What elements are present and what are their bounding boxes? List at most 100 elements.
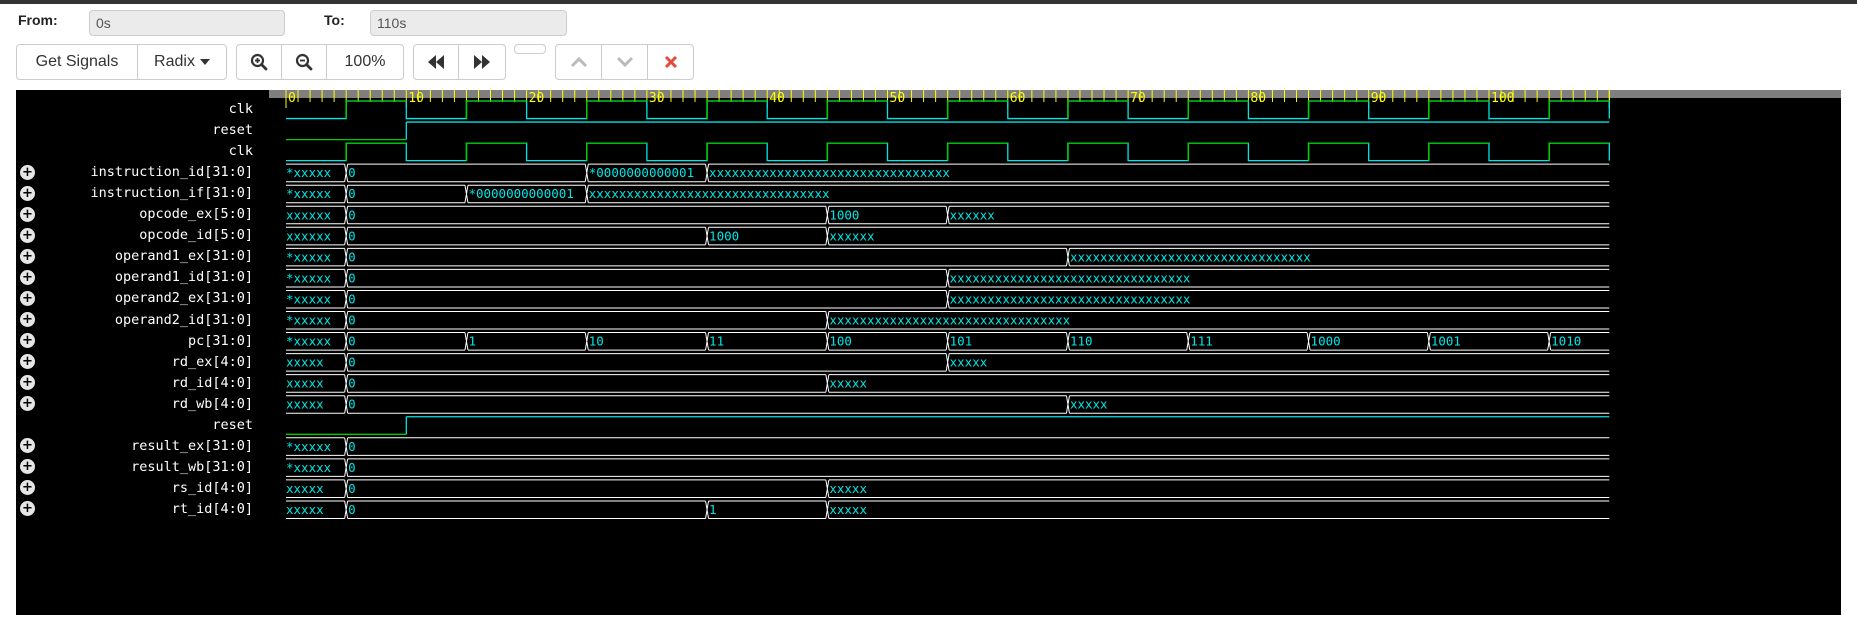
bus-segment: [347, 479, 826, 498]
get-signals-button[interactable]: Get Signals: [16, 44, 138, 80]
bus-segment: [347, 353, 947, 372]
close-button[interactable]: [647, 44, 694, 80]
bus-segment: [347, 374, 826, 393]
zoom-out-button[interactable]: [281, 44, 327, 80]
window-top-border: [0, 0, 1857, 4]
bus-value: *0000000000001: [468, 186, 573, 201]
signal-waveform[interactable]: xxxxx 0 xxxxx: [286, 395, 1610, 414]
bus-value: xxxxxxxxxxxxxxxxxxxxxxxxxxxxxxxx: [589, 186, 830, 201]
bus-value: 0: [348, 355, 356, 370]
bus-value: *xxxxx: [286, 249, 332, 264]
bus-value: 0: [348, 228, 356, 243]
radix-dropdown[interactable]: Radix: [137, 44, 227, 80]
bus-value: xxxxxx: [286, 207, 332, 222]
bus-segment: [949, 353, 1610, 372]
signal-waveform[interactable]: *xxxxx 0: [286, 437, 1610, 456]
zoom-level-button[interactable]: 100%: [326, 44, 404, 80]
bus-value: xxxxx: [950, 355, 988, 370]
signal-waveform[interactable]: *xxxxx 0: [286, 458, 1610, 477]
signal-waveform[interactable]: *xxxxx 0 *0000000000001 xxxxxxxxxxxxxxxxxxx…: [286, 163, 1610, 183]
signal-waveform[interactable]: xxxxx 0 1 xxxxx: [286, 500, 1610, 519]
rewind-button[interactable]: [413, 44, 459, 80]
expand-bus-icon[interactable]: +: [20, 269, 35, 285]
bus-segment: [708, 332, 826, 351]
bus-value: 1: [468, 334, 476, 349]
bus-value: 1001: [1431, 334, 1461, 349]
signal-name[interactable]: rt_id[4:0]: [172, 497, 253, 522]
expand-bus-icon[interactable]: +: [20, 396, 35, 412]
bus-value: *xxxxx: [286, 313, 332, 328]
bus-value: *xxxxx: [286, 186, 332, 201]
expand-bus-icon[interactable]: +: [20, 354, 35, 370]
signal-waveform[interactable]: [286, 121, 1610, 141]
expand-bus-icon[interactable]: +: [20, 459, 35, 475]
expand-bus-icon[interactable]: +: [20, 290, 35, 306]
signal-waveform[interactable]: *xxxxx 0 xxxxxxxxxxxxxxxxxxxxxxxxxxxxxxxx: [286, 289, 1610, 309]
bus-value: xxxxx: [829, 481, 867, 496]
bus-value: 110: [1070, 334, 1093, 349]
previous-button[interactable]: [555, 44, 602, 80]
bus-segment: [347, 311, 826, 330]
expand-bus-icon[interactable]: +: [20, 227, 35, 243]
signal-waveform[interactable]: xxxxxx 0 1000 xxxxxx: [286, 205, 1610, 225]
bus-segment: [347, 268, 947, 288]
bus-value: xxxxxxxxxxxxxxxxxxxxxxxxxxxxxxxx: [950, 291, 1191, 306]
bus-value: 1: [709, 502, 717, 517]
zoom-in-button[interactable]: [236, 44, 282, 80]
small-blank-button[interactable]: [514, 44, 546, 54]
signal-waveform[interactable]: *xxxxx 0 1 10 11 100 101 110 111 1000 1001 1010: [286, 332, 1610, 351]
bus-segment: [347, 458, 1610, 477]
from-label: From:: [18, 12, 58, 28]
expand-bus-icon[interactable]: +: [20, 206, 35, 222]
bus-value: *xxxxx: [286, 460, 332, 475]
bus-value: 100: [829, 334, 852, 349]
signal-waveform[interactable]: [286, 142, 1610, 162]
expand-bus-icon[interactable]: +: [20, 375, 35, 391]
fast-forward-button[interactable]: [458, 44, 506, 80]
signal-waveform[interactable]: xxxxxx 0 1000 xxxxxx: [286, 226, 1610, 246]
bus-value: *xxxxx: [286, 334, 332, 349]
expand-bus-icon[interactable]: +: [20, 333, 35, 349]
bus-segment: [347, 437, 1610, 456]
bus-value: 101: [950, 334, 973, 349]
signal-waveform[interactable]: xxxxx 0 xxxxx: [286, 353, 1610, 372]
bus-value: 1000: [709, 228, 739, 243]
bus-value: xxxxxx: [950, 207, 996, 222]
signal-waveform[interactable]: xxxxx 0 xxxxx: [286, 479, 1610, 498]
bus-value: 1010: [1551, 334, 1581, 349]
from-field[interactable]: 0s: [89, 10, 285, 36]
expand-bus-icon[interactable]: +: [20, 480, 35, 496]
ruler-tick-label: 20: [529, 91, 545, 106]
expand-bus-icon[interactable]: +: [20, 248, 35, 264]
bus-value: xxxxxxxxxxxxxxxxxxxxxxxxxxxxxxxx: [829, 313, 1070, 328]
signal-waveform[interactable]: *xxxxx 0 xxxxxxxxxxxxxxxxxxxxxxxxxxxxxxxx: [286, 247, 1610, 267]
close-icon: [664, 55, 677, 69]
expand-bus-icon[interactable]: +: [20, 185, 35, 201]
bus-segment: [347, 247, 1067, 267]
bus-value: xxxxx: [286, 481, 324, 496]
signal-waveform[interactable]: [286, 416, 1610, 435]
bus-value: 0: [348, 207, 356, 222]
signal-waveform[interactable]: *xxxxx 0 xxxxxxxxxxxxxxxxxxxxxxxxxxxxxxxx: [286, 311, 1610, 330]
waveform-viewer[interactable]: clk reset clk instruction_id[31:0] + instruct…: [16, 90, 1841, 615]
ruler-tick-label: 10: [408, 91, 424, 106]
radix-label: Radix: [154, 53, 195, 70]
bus-value: xxxxxxxxxxxxxxxxxxxxxxxxxxxxxxxx: [709, 165, 950, 180]
bus-value: xxxxx: [286, 397, 324, 412]
ruler-tick-label: 60: [1010, 91, 1026, 106]
bus-segment: [347, 226, 706, 246]
waveform-canvas[interactable]: 0 10 20 30 40 50 60 70 80 90 100*xxxxx 0 *0000000000…: [269, 90, 1841, 615]
next-button[interactable]: [601, 44, 648, 80]
expand-bus-icon[interactable]: +: [20, 312, 35, 328]
expand-bus-icon[interactable]: +: [20, 438, 35, 454]
to-field[interactable]: 110s: [370, 10, 567, 36]
zoom-out-icon: [295, 53, 313, 71]
signal-waveform[interactable]: *xxxxx 0 xxxxxxxxxxxxxxxxxxxxxxxxxxxxxxxx: [286, 268, 1610, 288]
signal-waveform[interactable]: xxxxx 0 xxxxx: [286, 374, 1610, 393]
signal-waveform[interactable]: [286, 100, 1610, 120]
expand-bus-icon[interactable]: +: [20, 501, 35, 517]
bus-segment: [347, 332, 465, 351]
bus-value: 1000: [829, 207, 859, 222]
signal-waveform[interactable]: *xxxxx 0 *0000000000001 xxxxxxxxxxxxxxxxxxx…: [286, 184, 1610, 204]
expand-bus-icon[interactable]: +: [20, 164, 35, 180]
